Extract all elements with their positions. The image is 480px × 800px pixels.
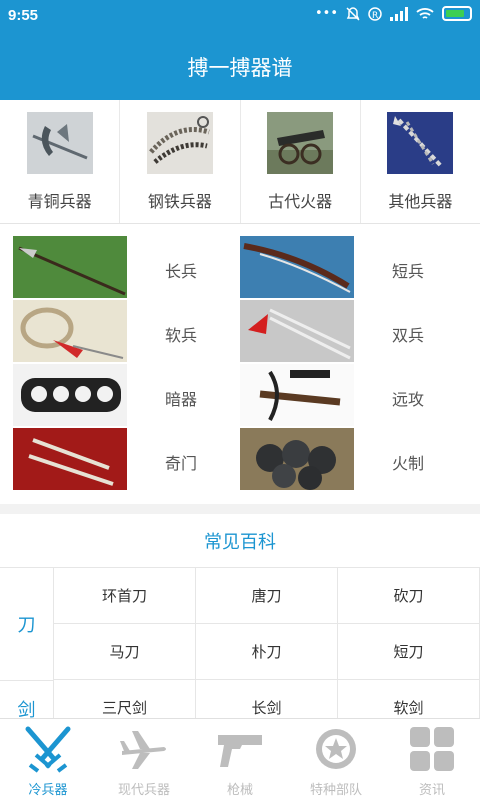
tab-cold-weapons[interactable]: 冷兵器: [0, 719, 96, 800]
svg-text:R: R: [372, 11, 378, 21]
weapon-label: 奇门: [165, 454, 198, 473]
bronze-halberd-image: [26, 112, 93, 174]
sword-image: [240, 236, 354, 298]
status-bar: 9:55 ••• R: [0, 0, 480, 34]
category-dao[interactable]: 刀: [0, 568, 54, 680]
item-sanchijian[interactable]: 三尺剑: [54, 680, 196, 720]
pistol-icon: [218, 735, 262, 767]
tab-label: 特种部队: [309, 783, 362, 798]
weapon-item-fire[interactable]: 火制: [240, 428, 480, 491]
tab-news[interactable]: 资讯: [384, 719, 480, 800]
category-jian[interactable]: 剑: [0, 680, 54, 720]
item-kandao[interactable]: 砍刀: [338, 568, 480, 624]
status-time: 9:55: [8, 7, 39, 24]
encyclopedia-title: 常见百科: [0, 514, 480, 568]
emei-pierce-image: [13, 428, 127, 490]
weapon-label: 双兵: [392, 326, 425, 345]
chain-weapon-image: [387, 112, 454, 174]
category-label: 青铜兵器: [27, 192, 92, 211]
category-label: 钢铁兵器: [147, 192, 212, 211]
wifi-icon: [416, 7, 434, 19]
item-ruanjian[interactable]: 软剑: [338, 680, 480, 720]
item-changjian[interactable]: 长剑: [196, 680, 338, 720]
tab-label: 现代兵器: [117, 783, 170, 798]
category-firearms[interactable]: 古代火器: [241, 100, 361, 223]
rope-dart-image: [13, 300, 127, 362]
item-duandao[interactable]: 短刀: [338, 624, 480, 680]
tab-label: 冷兵器: [28, 783, 68, 798]
bottom-tab-bar: 冷兵器 现代兵器 枪械 特种部队 资讯: [0, 718, 480, 800]
encyclopedia-body: 刀 环首刀 唐刀 砍刀 马刀 朴刀 短刀 剑 三尺剑 长剑 软剑: [0, 568, 480, 720]
category-steel[interactable]: 钢铁兵器: [120, 100, 241, 223]
category-other[interactable]: 其他兵器: [361, 100, 480, 223]
weapon-item-soft[interactable]: 软兵: [0, 300, 240, 363]
crossed-swords-icon: [25, 726, 71, 773]
star-badge-icon: [316, 729, 356, 769]
tab-label: 资讯: [418, 783, 445, 798]
weapon-label: 软兵: [165, 326, 198, 345]
category-bronze[interactable]: 青铜兵器: [0, 100, 121, 223]
grid-icon: [410, 727, 454, 771]
weapon-grid: 长兵 短兵 软兵 双兵 暗器 远攻 奇门 火制: [0, 224, 480, 504]
weapon-item-short[interactable]: 短兵: [240, 236, 480, 299]
app-header: 搏一搏器谱: [0, 34, 480, 100]
weapon-item-double[interactable]: 双兵: [240, 300, 480, 363]
category-label: 其他兵器: [388, 192, 453, 211]
registered-icon: R: [368, 6, 382, 21]
item-tangdao[interactable]: 唐刀: [196, 568, 338, 624]
category-label: 古代火器: [268, 192, 333, 211]
category-row: 青铜兵器 钢铁兵器 古代火器 其他兵器: [0, 100, 480, 224]
weapon-label: 暗器: [165, 390, 198, 409]
weapon-item-exotic[interactable]: 奇门: [0, 428, 240, 491]
item-madao[interactable]: 马刀: [54, 624, 196, 680]
weapon-item-long[interactable]: 长兵: [0, 236, 240, 299]
weapon-label: 短兵: [392, 262, 425, 281]
tab-modern-weapons[interactable]: 现代兵器: [96, 719, 192, 800]
tab-special-forces[interactable]: 特种部队: [288, 719, 384, 800]
dots-icon: •••: [314, 6, 338, 21]
spear-image: [13, 236, 127, 298]
signal-icon: [390, 6, 408, 21]
weapon-label: 远攻: [392, 390, 425, 409]
item-podao[interactable]: 朴刀: [196, 624, 338, 680]
airplane-icon: [120, 731, 166, 769]
tab-label: 枪械: [226, 783, 253, 798]
twin-swords-image: [240, 300, 354, 362]
steel-whip-image: [146, 112, 213, 174]
battery-icon: [442, 6, 472, 21]
mute-icon: [346, 6, 360, 21]
weapon-item-ranged[interactable]: 远攻: [240, 364, 480, 427]
tab-firearms[interactable]: 枪械: [192, 719, 288, 800]
weapon-label: 长兵: [165, 262, 198, 281]
page-title: 搏一搏器谱: [187, 56, 293, 80]
item-huanshoudao[interactable]: 环首刀: [54, 568, 196, 624]
iron-balls-image: [240, 428, 354, 490]
crossbow-image: [240, 364, 354, 426]
encyclopedia-section: 常见百科 刀 环首刀 唐刀 砍刀 马刀 朴刀 短刀 剑 三尺剑 长剑 软剑: [0, 514, 480, 720]
weapon-label: 火制: [392, 454, 425, 473]
knuckle-duster-image: [13, 364, 127, 426]
weapon-item-hidden[interactable]: 暗器: [0, 364, 240, 427]
status-icons: ••• R: [315, 6, 472, 21]
cannon-image: [267, 112, 334, 174]
